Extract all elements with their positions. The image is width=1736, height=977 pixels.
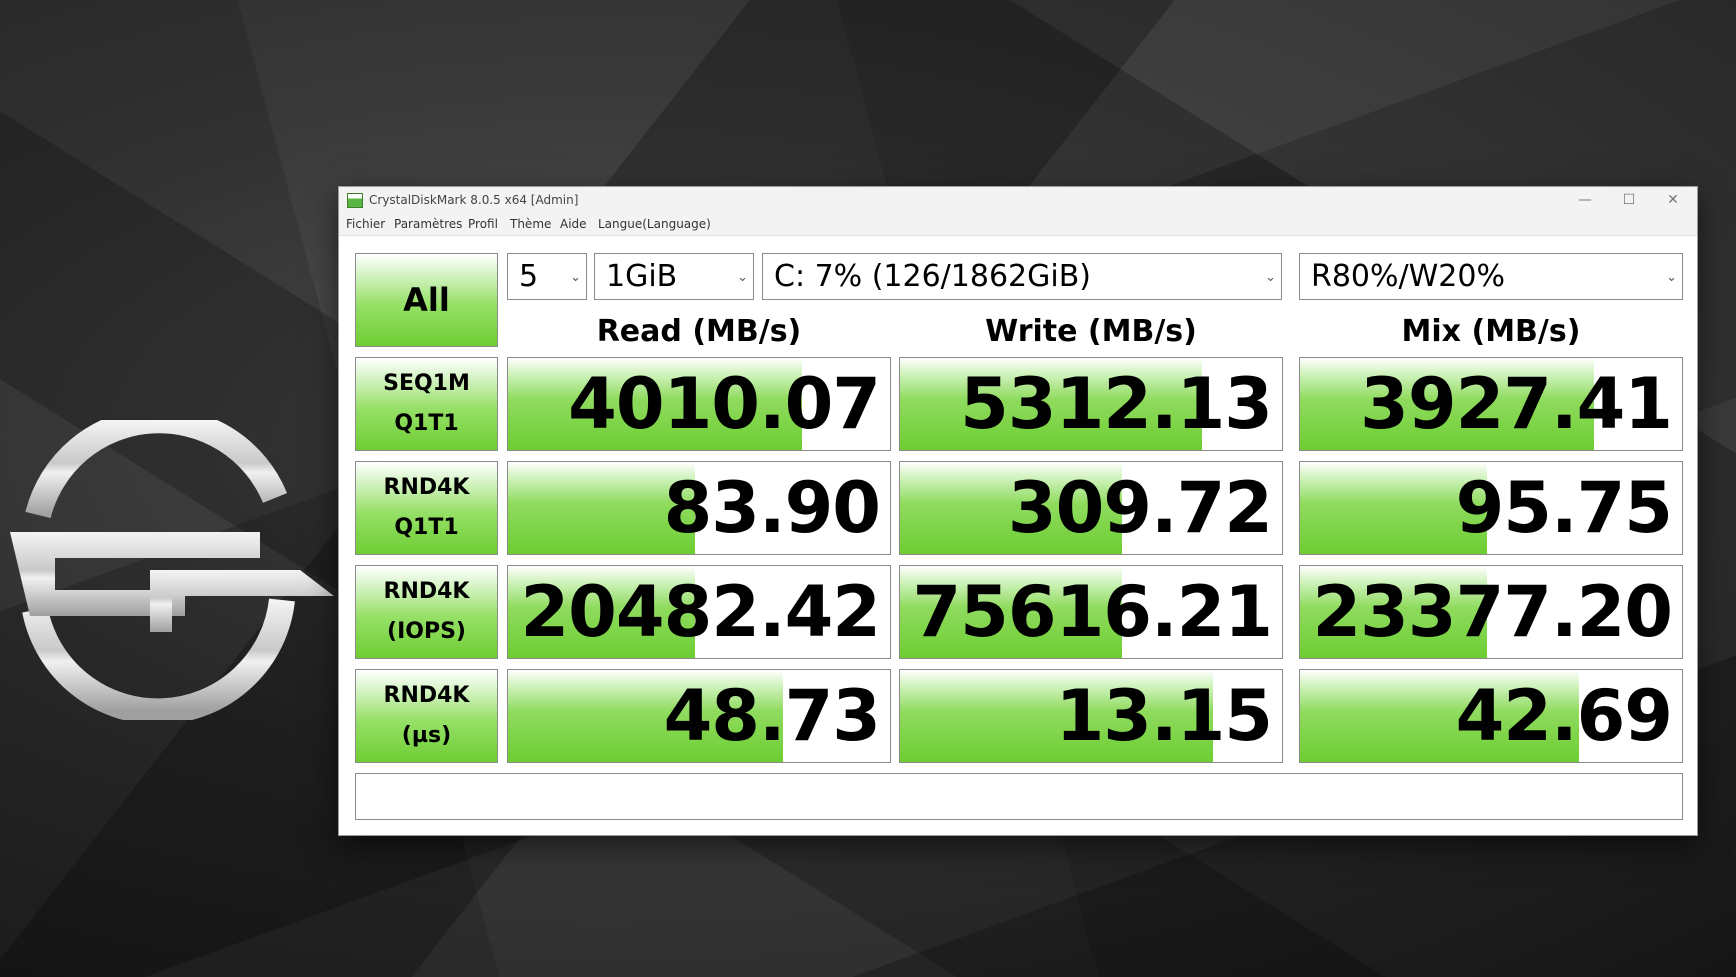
row-label-line2: Q1T1: [394, 411, 459, 436]
chevron-down-icon: ⌄: [1666, 270, 1677, 285]
result-value: 23377.20: [1312, 571, 1673, 653]
count-select[interactable]: 5 ⌄: [507, 253, 587, 300]
row-label-line1: RND4K: [383, 683, 470, 708]
mix-value: R80%/W20%: [1311, 259, 1505, 294]
result-value: 20482.42: [520, 571, 881, 653]
result-value: 42.69: [1455, 675, 1673, 757]
result-value: 3927.41: [1360, 363, 1673, 445]
chevron-down-icon: ⌄: [570, 270, 581, 285]
result-cell: 83.90: [507, 461, 891, 555]
result-value: 83.90: [663, 467, 881, 549]
result-cell: 23377.20: [1299, 565, 1683, 659]
maximize-button[interactable]: ☐: [1607, 187, 1651, 214]
result-cell: 75616.21: [899, 565, 1283, 659]
size-value: 1GiB: [606, 259, 678, 294]
test-seq1m-q1t1-button[interactable]: SEQ1M Q1T1: [355, 357, 498, 451]
drive-select[interactable]: C: 7% (126/1862GiB) ⌄: [762, 253, 1282, 300]
result-cell: 3927.41: [1299, 357, 1683, 451]
result-cell: 13.15: [899, 669, 1283, 763]
mix-select[interactable]: R80%/W20% ⌄: [1299, 253, 1683, 300]
row-label-line1: SEQ1M: [383, 371, 470, 396]
result-value: 309.72: [1007, 467, 1273, 549]
row-label-line1: RND4K: [383, 579, 470, 604]
row-label-line2: (IOPS): [387, 619, 466, 644]
menu-parametres[interactable]: Paramètres: [394, 217, 462, 231]
result-cell: 42.69: [1299, 669, 1683, 763]
site-logo-icon: [10, 420, 334, 720]
result-value: 48.73: [663, 675, 881, 757]
crystaldiskmark-icon: [347, 193, 363, 208]
result-cell: 95.75: [1299, 461, 1683, 555]
count-value: 5: [519, 259, 539, 294]
result-cell: 48.73: [507, 669, 891, 763]
row-label-line2: (µs): [401, 723, 452, 748]
write-header: Write (MB/s): [985, 314, 1197, 349]
mix-header: Mix (MB/s): [1401, 314, 1581, 349]
close-button[interactable]: ✕: [1651, 187, 1695, 214]
title-bar: CrystalDiskMark 8.0.5 x64 [Admin] — ☐ ✕: [339, 187, 1697, 214]
result-cell: 4010.07: [507, 357, 891, 451]
menu-profil[interactable]: Profil: [468, 217, 498, 231]
menu-bar: Fichier Paramètres Profil Thème Aide Lan…: [339, 214, 1697, 236]
test-rnd4k-latency-button[interactable]: RND4K (µs): [355, 669, 498, 763]
result-cell: 309.72: [899, 461, 1283, 555]
row-label-line2: Q1T1: [394, 515, 459, 540]
result-cell: 20482.42: [507, 565, 891, 659]
result-value: 5312.13: [960, 363, 1273, 445]
chevron-down-icon: ⌄: [737, 270, 748, 285]
result-value: 75616.21: [912, 571, 1273, 653]
result-value: 95.75: [1455, 467, 1673, 549]
crystaldiskmark-window: CrystalDiskMark 8.0.5 x64 [Admin] — ☐ ✕ …: [338, 186, 1698, 836]
menu-fichier[interactable]: Fichier: [346, 217, 385, 231]
test-rnd4k-q1t1-button[interactable]: RND4K Q1T1: [355, 461, 498, 555]
drive-value: C: 7% (126/1862GiB): [774, 259, 1092, 294]
menu-langue[interactable]: Langue(Language): [598, 217, 711, 231]
comment-field[interactable]: [355, 773, 1683, 820]
all-button[interactable]: All: [355, 253, 498, 347]
read-header: Read (MB/s): [596, 314, 802, 349]
result-value: 4010.07: [568, 363, 881, 445]
window-title: CrystalDiskMark 8.0.5 x64 [Admin]: [369, 193, 579, 207]
row-label-line1: RND4K: [383, 475, 470, 500]
menu-theme[interactable]: Thème: [510, 217, 551, 231]
result-value: 13.15: [1055, 675, 1273, 757]
test-rnd4k-iops-button[interactable]: RND4K (IOPS): [355, 565, 498, 659]
minimize-button[interactable]: —: [1563, 187, 1607, 214]
chevron-down-icon: ⌄: [1265, 270, 1276, 285]
menu-aide[interactable]: Aide: [560, 217, 587, 231]
size-select[interactable]: 1GiB ⌄: [594, 253, 754, 300]
result-cell: 5312.13: [899, 357, 1283, 451]
